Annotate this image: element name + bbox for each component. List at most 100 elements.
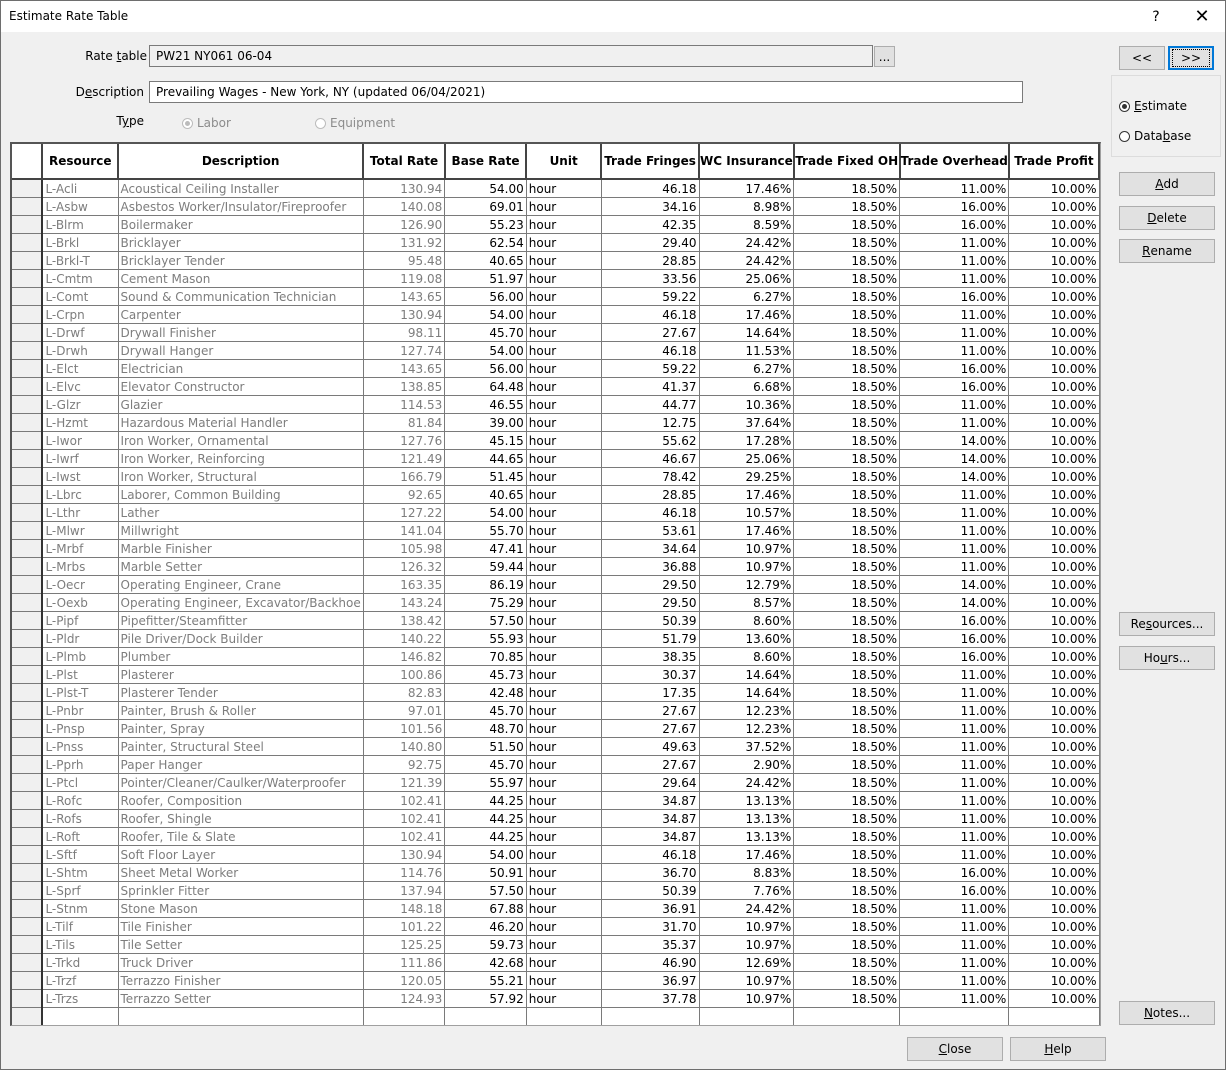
- resource-cell[interactable]: L-Drwh: [41, 341, 119, 360]
- trade-fixed-oh-cell[interactable]: 18.50%: [793, 737, 901, 756]
- trade-fringes-cell[interactable]: 46.18: [600, 178, 700, 198]
- trade-overhead-cell[interactable]: 11.00%: [899, 899, 1010, 918]
- trade-overhead-cell[interactable]: 11.00%: [899, 178, 1010, 198]
- trade-fixed-oh-cell[interactable]: 18.50%: [793, 683, 901, 702]
- wc-insurance-cell[interactable]: 6.27%: [698, 359, 795, 378]
- total-rate-cell[interactable]: 138.42: [362, 611, 446, 630]
- description-cell[interactable]: Painter, Brush & Roller: [117, 701, 364, 720]
- table-row[interactable]: L-Elvc Elevator Constructor 138.85 64.48 hou…: [12, 377, 1100, 396]
- unit-cell[interactable]: hour: [525, 953, 602, 972]
- resource-cell[interactable]: L-Brkl: [41, 233, 119, 252]
- row-selector[interactable]: [12, 215, 44, 234]
- wc-insurance-cell[interactable]: 17.46%: [698, 178, 795, 198]
- base-rate-cell[interactable]: 54.00: [444, 845, 527, 864]
- base-rate-cell[interactable]: 42.48: [444, 683, 527, 702]
- trade-profit-cell[interactable]: 10.00%: [1008, 503, 1100, 522]
- row-selector[interactable]: [12, 485, 44, 504]
- description-cell[interactable]: Tile Setter: [117, 935, 364, 954]
- wc-insurance-cell[interactable]: 10.97%: [698, 917, 795, 936]
- table-row[interactable]: L-Glzr Glazier 114.53 46.55 hour 44.77 10.36% 1…: [12, 395, 1100, 414]
- column-header[interactable]: Unit: [526, 144, 603, 180]
- trade-profit-cell[interactable]: 10.00%: [1008, 395, 1100, 414]
- row-selector[interactable]: [12, 467, 44, 486]
- trade-overhead-cell[interactable]: 11.00%: [899, 233, 1010, 252]
- trade-fixed-oh-cell[interactable]: 18.50%: [793, 953, 901, 972]
- resource-cell[interactable]: L-Elvc: [41, 377, 119, 396]
- total-rate-cell[interactable]: 102.41: [362, 809, 446, 828]
- description-cell[interactable]: Terrazzo Finisher: [117, 971, 364, 990]
- row-selector[interactable]: [12, 449, 44, 468]
- wc-insurance-cell[interactable]: 24.42%: [698, 251, 795, 270]
- table-row[interactable]: L-Sprf Sprinkler Fitter 137.94 57.50 hour 50.…: [12, 881, 1100, 900]
- unit-cell[interactable]: hour: [525, 701, 602, 720]
- base-rate-cell[interactable]: 45.15: [444, 431, 527, 450]
- row-selector[interactable]: [12, 251, 44, 270]
- rename-button[interactable]: Rename: [1119, 239, 1215, 263]
- unit-cell[interactable]: hour: [525, 359, 602, 378]
- base-rate-cell[interactable]: 62.54: [444, 233, 527, 252]
- description-cell[interactable]: Electrician: [117, 359, 364, 378]
- total-rate-cell[interactable]: 81.84: [362, 413, 446, 432]
- trade-fringes-cell[interactable]: 59.22: [600, 287, 700, 306]
- description-cell[interactable]: Operating Engineer, Crane: [117, 575, 364, 594]
- table-row[interactable]: L-Pipf Pipefitter/Steamfitter 138.42 57.50 h…: [12, 611, 1100, 630]
- trade-overhead-cell[interactable]: 11.00%: [899, 521, 1010, 540]
- trade-fixed-oh-cell[interactable]: 18.50%: [793, 287, 901, 306]
- total-rate-cell[interactable]: 101.56: [362, 719, 446, 738]
- trade-fixed-oh-cell[interactable]: 18.50%: [793, 881, 901, 900]
- rate-table-field[interactable]: PW21 NY061 06-04: [149, 45, 873, 67]
- wc-insurance-cell[interactable]: 10.97%: [698, 989, 795, 1008]
- description-cell[interactable]: Elevator Constructor: [117, 377, 364, 396]
- row-selector[interactable]: [12, 899, 44, 918]
- trade-fixed-oh-cell[interactable]: 18.50%: [793, 935, 901, 954]
- trade-profit-cell[interactable]: 10.00%: [1008, 575, 1100, 594]
- total-rate-cell[interactable]: 111.86: [362, 953, 446, 972]
- description-cell[interactable]: Bricklayer Tender: [117, 251, 364, 270]
- resource-cell[interactable]: L-Tilf: [41, 917, 119, 936]
- trade-overhead-cell[interactable]: 14.00%: [899, 593, 1010, 612]
- total-rate-cell[interactable]: 124.93: [362, 989, 446, 1008]
- base-rate-cell[interactable]: 55.23: [444, 215, 527, 234]
- unit-cell[interactable]: hour: [525, 935, 602, 954]
- trade-overhead-cell[interactable]: 11.00%: [899, 665, 1010, 684]
- trade-fixed-oh-cell[interactable]: 18.50%: [793, 521, 901, 540]
- base-rate-cell[interactable]: 69.01: [444, 197, 527, 216]
- wc-insurance-cell[interactable]: 12.79%: [698, 575, 795, 594]
- resources-button[interactable]: Re s ources...: [1119, 612, 1215, 636]
- description-cell[interactable]: Paper Hanger: [117, 755, 364, 774]
- resource-cell[interactable]: L-Oexb: [41, 593, 119, 612]
- description-cell[interactable]: Laborer, Common Building: [117, 485, 364, 504]
- description-cell[interactable]: Carpenter: [117, 305, 364, 324]
- trade-overhead-cell[interactable]: 16.00%: [899, 611, 1010, 630]
- row-selector[interactable]: [12, 827, 44, 846]
- trade-fringes-cell[interactable]: 38.35: [600, 647, 700, 666]
- resource-cell[interactable]: L-Ptcl: [41, 773, 119, 792]
- add-button[interactable]: Add: [1119, 172, 1215, 196]
- row-selector[interactable]: [12, 359, 44, 378]
- total-rate-cell[interactable]: 121.49: [362, 449, 446, 468]
- table-row[interactable]: L-Pnsp Painter, Spray 101.56 48.70 hour 27.67…: [12, 719, 1100, 738]
- wc-insurance-cell[interactable]: [698, 1007, 795, 1025]
- description-cell[interactable]: Stone Mason: [117, 899, 364, 918]
- base-rate-cell[interactable]: 54.00: [444, 503, 527, 522]
- resource-cell[interactable]: [41, 1007, 119, 1025]
- trade-profit-cell[interactable]: 10.00%: [1008, 593, 1100, 612]
- base-rate-cell[interactable]: 57.50: [444, 611, 527, 630]
- trade-profit-cell[interactable]: 10.00%: [1008, 809, 1100, 828]
- resource-cell[interactable]: L-Iwor: [41, 431, 119, 450]
- trade-overhead-cell[interactable]: 11.00%: [899, 935, 1010, 954]
- row-selector[interactable]: [12, 989, 44, 1008]
- base-rate-cell[interactable]: 54.00: [444, 305, 527, 324]
- base-rate-cell[interactable]: 56.00: [444, 287, 527, 306]
- trade-fringes-cell[interactable]: 42.35: [600, 215, 700, 234]
- description-cell[interactable]: Sprinkler Fitter: [117, 881, 364, 900]
- base-rate-cell[interactable]: 47.41: [444, 539, 527, 558]
- unit-cell[interactable]: hour: [525, 575, 602, 594]
- table-row[interactable]: L-Trzf Terrazzo Finisher 120.05 55.21 hour 36…: [12, 971, 1100, 990]
- trade-fringes-cell[interactable]: 28.85: [600, 251, 700, 270]
- unit-cell[interactable]: hour: [525, 845, 602, 864]
- trade-fringes-cell[interactable]: 27.67: [600, 755, 700, 774]
- trade-fixed-oh-cell[interactable]: 18.50%: [793, 809, 901, 828]
- total-rate-cell[interactable]: 114.53: [362, 395, 446, 414]
- row-selector[interactable]: [12, 935, 44, 954]
